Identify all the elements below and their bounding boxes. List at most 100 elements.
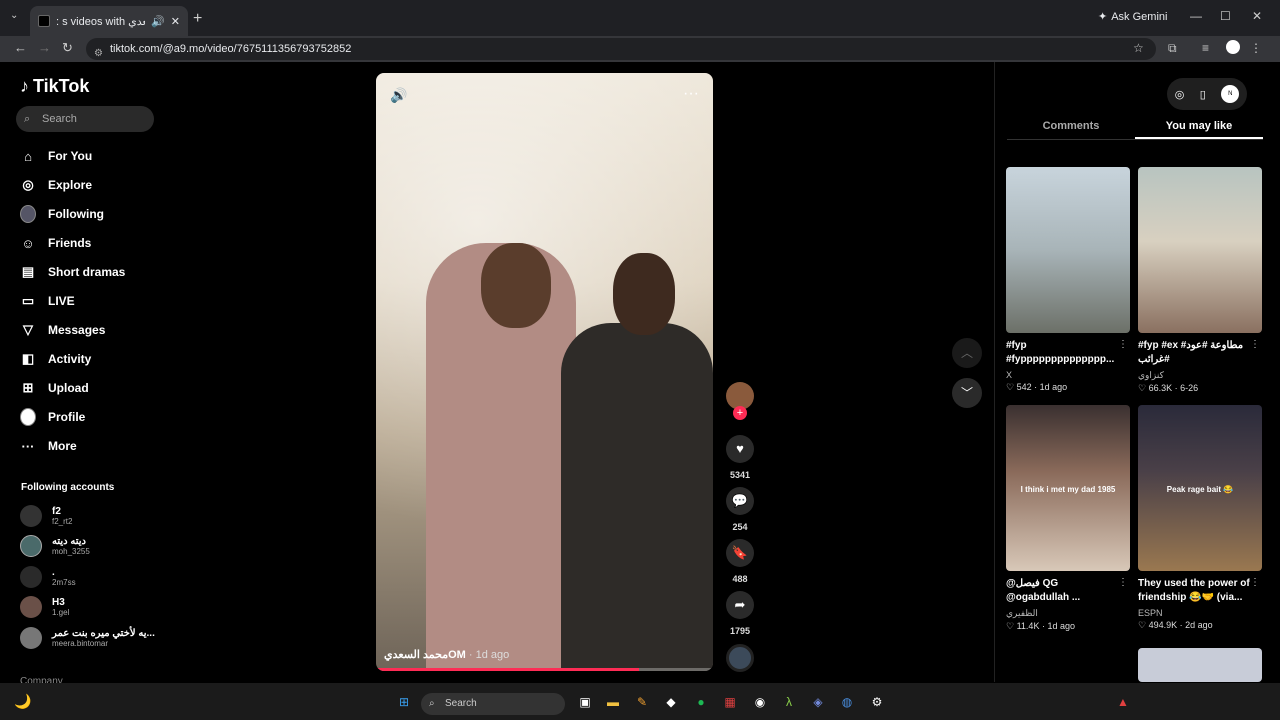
speaker-icon[interactable]: 🔊 — [151, 15, 165, 28]
following-account[interactable]: f2 f2_rt2 — [20, 502, 160, 530]
comment-button[interactable]: 💬 — [726, 487, 754, 515]
nav-friends[interactable]: ☺ Friends — [20, 231, 160, 255]
more-options-icon[interactable]: ··· — [683, 85, 699, 103]
card-likes: 66.3K — [1148, 383, 1173, 393]
tray-icon[interactable]: ▲ — [1115, 694, 1131, 710]
capcut-icon[interactable]: ◆ — [663, 694, 679, 710]
card-more-icon[interactable]: ⋮ — [1250, 339, 1260, 350]
nav-explore[interactable]: ◎ Explore — [20, 173, 160, 197]
next-video-button[interactable]: ﹀ — [952, 378, 982, 408]
media-app-icon[interactable]: ▦ — [722, 694, 738, 710]
card-title[interactable]: #fyp #ex #مطاوعة #عود #غرائب — [1138, 339, 1262, 369]
nav-activity[interactable]: ◧ Activity — [20, 347, 160, 371]
sidebar: ♪ TikTok ⌕ Search ⌂ For You ◎ Explore Foll… — [0, 62, 170, 687]
like-button[interactable]: ♥ — [726, 435, 754, 463]
tab-search-icon[interactable]: ⌄ — [10, 10, 26, 26]
maximize-button[interactable]: ☐ — [1220, 9, 1231, 23]
card-date: 1d ago — [1039, 382, 1068, 392]
forward-icon[interactable]: → — [38, 40, 51, 55]
recommended-video-card[interactable]: ⋮ #fyp #fypppppppppppppp... X ♡ 542 · 1d… — [1006, 167, 1130, 393]
file-explorer-icon[interactable]: ▬ — [605, 694, 621, 710]
video-thumbnail[interactable] — [1006, 167, 1130, 333]
tab-comments[interactable]: Comments — [1007, 114, 1135, 139]
card-more-icon[interactable]: ⋮ — [1250, 577, 1260, 588]
steam-icon[interactable]: ◉ — [752, 694, 768, 710]
follow-plus-icon[interactable]: + — [733, 406, 747, 420]
weather-moon-icon[interactable]: 🌙 — [14, 693, 31, 710]
nav-more[interactable]: ··· More — [20, 434, 160, 458]
new-tab-button[interactable]: + — [193, 10, 202, 28]
windows-start-icon[interactable]: ⊞ — [396, 694, 412, 710]
tab-you-may-like[interactable]: You may like — [1135, 114, 1263, 139]
ask-gemini-label: Ask Gemini — [1111, 10, 1168, 23]
card-title[interactable]: They used the power of friendship 😂🤝 (vi… — [1138, 577, 1262, 607]
music-disc-icon[interactable] — [726, 644, 754, 672]
recommended-video-card[interactable]: I think i met my dad 1985 ⋮ @فيصل QG @og… — [1006, 405, 1130, 632]
extensions-icon[interactable]: ⧉ — [1168, 41, 1177, 56]
friends-icon: ☺ — [21, 235, 35, 251]
previous-video-button[interactable]: ︿ — [952, 338, 982, 368]
video-thumbnail[interactable]: Peak rage bait 😂 — [1138, 405, 1262, 571]
discord-icon[interactable]: ◈ — [810, 694, 826, 710]
share-button[interactable]: ➦ — [726, 591, 754, 619]
settings-icon[interactable]: ⚙ — [869, 694, 885, 710]
ask-gemini-button[interactable]: ✦ Ask Gemini — [1098, 10, 1168, 24]
minimize-button[interactable]: — — [1190, 9, 1202, 23]
browser-profile-avatar[interactable] — [1226, 40, 1240, 54]
task-view-icon[interactable]: ▣ — [577, 694, 593, 710]
following-account[interactable]: يه لأختي ميره بنت عمر... meera.bintomar — [20, 624, 160, 652]
nav-short-dramas[interactable]: ▤ Short dramas — [20, 260, 160, 284]
profile-avatar[interactable]: N — [1221, 85, 1240, 103]
card-more-icon[interactable]: ⋮ — [1118, 577, 1128, 588]
following-account[interactable]: H3 1.gel — [20, 593, 160, 621]
video-progress-bar[interactable] — [376, 668, 713, 671]
reload-icon[interactable]: ↻ — [62, 40, 73, 56]
taskbar-search[interactable]: ⌕ Search — [421, 693, 565, 715]
nav-profile[interactable]: Profile — [20, 405, 160, 429]
card-author[interactable]: ESPN — [1138, 608, 1262, 618]
video-caption[interactable]: محمد السعديOM · 1d ago — [384, 648, 509, 661]
card-title[interactable]: @فيصل QG @ogabdullah ... — [1006, 577, 1130, 607]
video-thumbnail[interactable] — [1138, 648, 1262, 682]
tiktok-logo[interactable]: ♪ TikTok — [20, 76, 89, 97]
close-tab-icon[interactable]: ✕ — [171, 15, 180, 28]
chrome-icon[interactable]: ◍ — [839, 694, 855, 710]
chrome-menu-icon[interactable]: ⋮ — [1250, 41, 1262, 55]
comment-icon: 💬 — [731, 493, 749, 508]
card-author[interactable]: الظفيري — [1006, 608, 1130, 619]
spotify-icon[interactable]: ● — [693, 694, 709, 710]
url-field[interactable]: ⚙ tiktok.com/@a9.mo/video/76751113567937… — [86, 38, 1156, 60]
video-player[interactable]: 🔊 ··· محمد السعديOM · 1d ago — [376, 73, 713, 671]
app-icon[interactable]: λ — [781, 694, 797, 710]
thumbnail-overlay-text: I think i met my dad 1985 — [1020, 485, 1116, 494]
following-account[interactable]: ديته ديته moh_3255 — [20, 532, 160, 560]
bookmark-star-icon[interactable]: ☆ — [1133, 41, 1144, 55]
nav-upload[interactable]: ⊞ Upload — [20, 376, 160, 400]
save-button[interactable]: 🔖 — [726, 539, 754, 567]
video-thumbnail[interactable]: I think i met my dad 1985 — [1006, 405, 1130, 571]
card-author[interactable]: كنزاوي — [1138, 370, 1262, 381]
reading-list-icon[interactable]: ≡ — [1202, 41, 1209, 55]
video-thumbnail[interactable] — [1138, 167, 1262, 333]
nav-for-you[interactable]: ⌂ For You — [20, 144, 160, 168]
search-icon: ⌕ — [429, 698, 435, 709]
recommended-video-card[interactable]: Peak rage bait 😂 ⋮ They used the power o… — [1138, 405, 1262, 631]
compass-icon[interactable]: ◎ — [1175, 88, 1185, 101]
card-author[interactable]: X — [1006, 370, 1130, 380]
nav-label: Messages — [48, 323, 106, 337]
volume-icon[interactable]: 🔊 — [390, 87, 407, 104]
following-account[interactable]: . 2m7ss — [20, 563, 160, 591]
nav-messages[interactable]: ▽ Messages — [20, 318, 160, 342]
nav-following[interactable]: Following — [20, 202, 160, 226]
back-icon[interactable]: ← — [14, 40, 27, 55]
card-more-icon[interactable]: ⋮ — [1118, 339, 1128, 350]
close-window-button[interactable]: ✕ — [1252, 9, 1262, 23]
browser-tab[interactable]: : s videos with محمد السعدي 🔊 ✕ — [30, 6, 188, 36]
caption-author[interactable]: محمد السعديOM — [384, 649, 466, 661]
phone-icon[interactable]: ▯ — [1200, 88, 1206, 101]
nav-live[interactable]: ▭ LIVE — [20, 289, 160, 313]
card-title[interactable]: #fyp #fypppppppppppppp... — [1006, 339, 1130, 369]
search-input[interactable]: ⌕ Search — [16, 106, 154, 132]
pen-app-icon[interactable]: ✎ — [634, 694, 650, 710]
recommended-video-card[interactable]: ⋮ #fyp #ex #مطاوعة #عود #غرائب كنزاوي ♡ … — [1138, 167, 1262, 394]
